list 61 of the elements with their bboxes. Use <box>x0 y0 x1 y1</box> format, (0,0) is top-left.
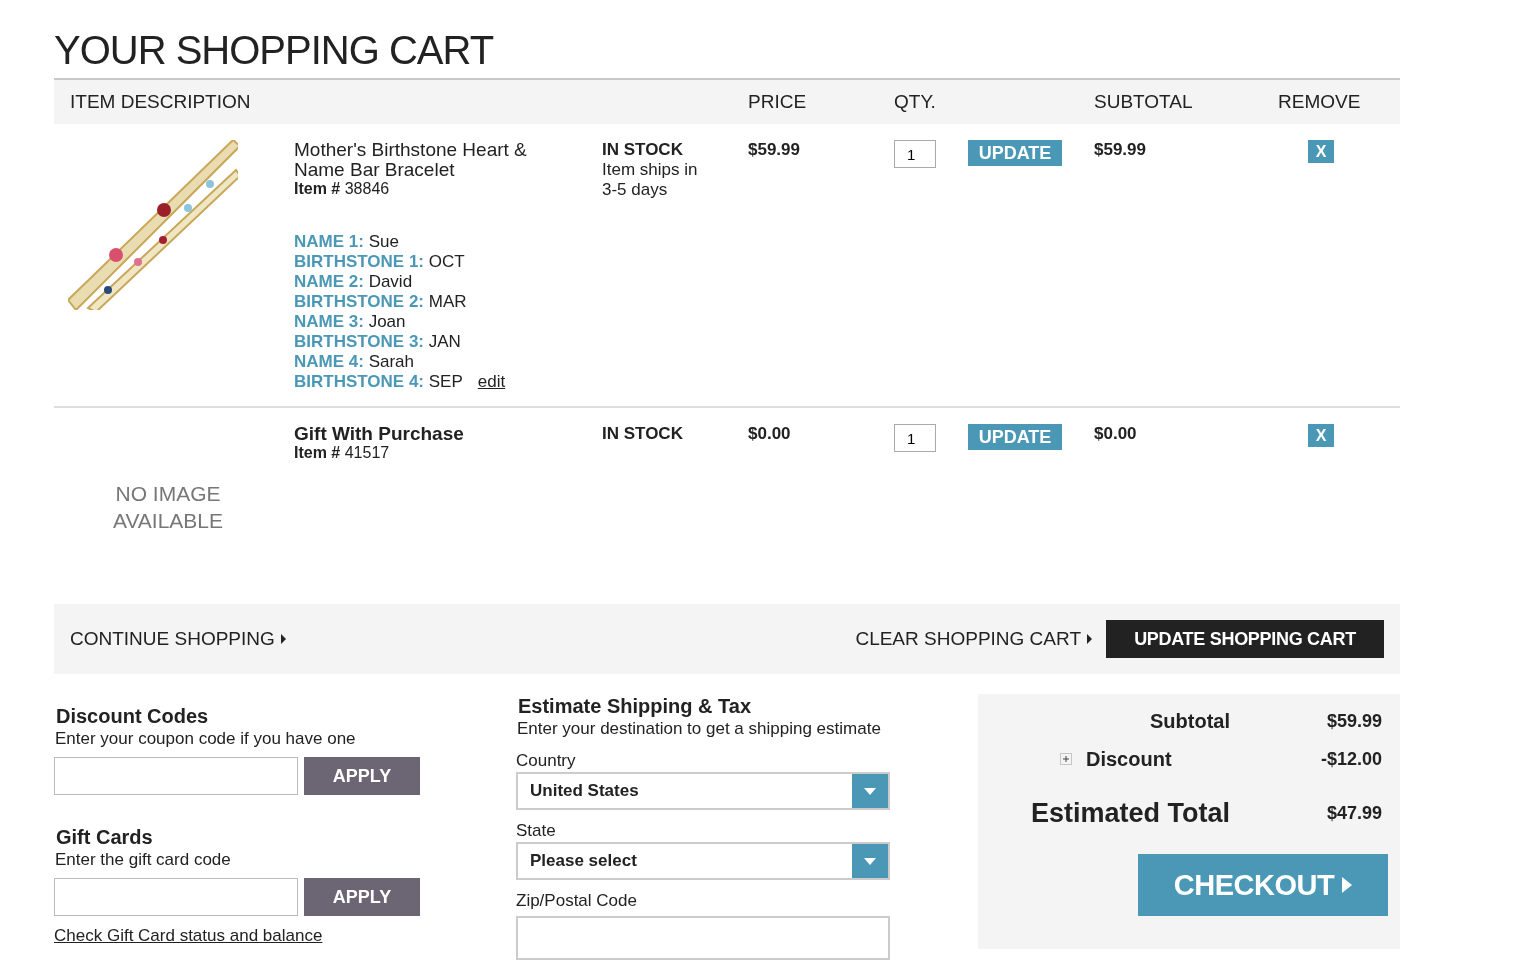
column-header: QTY. <box>894 91 937 113</box>
page-title: YOUR SHOPPING CART <box>54 27 495 74</box>
apply-button[interactable]: APPLY <box>304 757 420 795</box>
field-label: State <box>516 820 557 842</box>
shipping-note: Item ships in 3-5 days <box>602 160 699 200</box>
select-field[interactable]: Please select <box>516 842 890 880</box>
product-name: Mother's Birthstone Heart & Name Bar Bracelet <box>294 140 528 180</box>
section-title: Discount Codes <box>55 704 210 728</box>
expand-icon[interactable] <box>1060 753 1072 765</box>
quantity-field[interactable]: 1 <box>894 424 936 452</box>
column-header: PRICE <box>748 91 808 113</box>
section-title: Estimate Shipping & Tax <box>517 694 752 718</box>
option-text: NAME 3: Joan <box>294 312 407 332</box>
subtotal: $59.99 <box>1094 140 1146 159</box>
stock-status: IN STOCK <box>602 140 684 160</box>
subtotal: $0.00 <box>1094 424 1137 443</box>
option-text: BIRTHSTONE 1: OCT <box>294 252 466 272</box>
apply-button[interactable]: APPLY <box>304 878 420 916</box>
triangle-icon <box>280 634 286 644</box>
dropdown-icon <box>852 844 888 878</box>
triangle-icon <box>1342 877 1353 893</box>
column-header: ITEM DESCRIPTION <box>69 91 252 113</box>
hint-text: Enter your coupon code if you have one <box>54 728 357 750</box>
option-text: NAME 1: Sue <box>294 232 400 252</box>
field-label: Zip/Postal Code <box>516 890 638 912</box>
option-text: BIRTHSTONE 4: SEP <box>294 372 463 392</box>
product-name: Gift With Purchase <box>294 424 465 444</box>
option-text: BIRTHSTONE 3: JAN <box>294 332 462 352</box>
column-header: SUBTOTAL <box>1094 91 1194 113</box>
dropdown-icon <box>852 774 888 808</box>
quantity-field[interactable]: 1 <box>894 140 936 168</box>
option-text: NAME 2: David <box>294 272 414 292</box>
item-number: Item # 41517 <box>294 444 391 462</box>
total-value: -$12.00 <box>1319 748 1382 770</box>
price: $0.00 <box>748 424 791 443</box>
price: $59.99 <box>748 140 800 159</box>
clear-cart-link[interactable]: CLEAR SHOPPING CART <box>855 628 1092 650</box>
no-image-text: NO IMAGE AVAILABLE <box>111 481 225 534</box>
option-text: NAME 4: Sarah <box>294 352 415 372</box>
triangle-icon <box>1087 634 1092 644</box>
gift-card-field[interactable] <box>54 878 298 916</box>
hint-text: Enter your destination to get a shipping estimate <box>516 718 882 740</box>
edit-link[interactable]: edit <box>477 372 506 392</box>
total-label: Discount <box>1086 747 1172 771</box>
total-label: Estimated Total <box>1029 797 1230 829</box>
field-label: Country <box>516 750 577 772</box>
total-value: $59.99 <box>1325 710 1382 732</box>
update-cart-button[interactable]: UPDATE SHOPPING CART <box>1106 620 1384 658</box>
select-field[interactable]: United States <box>516 772 890 810</box>
item-number: Item # 38846 <box>294 180 391 198</box>
zip-field[interactable] <box>516 916 890 960</box>
gift-card-status-link[interactable]: Check Gift Card status and balance <box>54 926 323 946</box>
stock-status: IN STOCK <box>602 424 684 444</box>
continue-shopping-link[interactable]: CONTINUE SHOPPING <box>70 628 286 650</box>
total-label: Subtotal <box>1149 709 1230 733</box>
option-text: BIRTHSTONE 2: MAR <box>294 292 468 312</box>
column-header: REMOVE <box>1278 91 1362 113</box>
section-title: Gift Cards <box>55 825 154 849</box>
total-value: $47.99 <box>1325 802 1382 824</box>
hint-text: Enter the gift card code <box>54 849 232 871</box>
coupon-field[interactable] <box>54 757 298 795</box>
